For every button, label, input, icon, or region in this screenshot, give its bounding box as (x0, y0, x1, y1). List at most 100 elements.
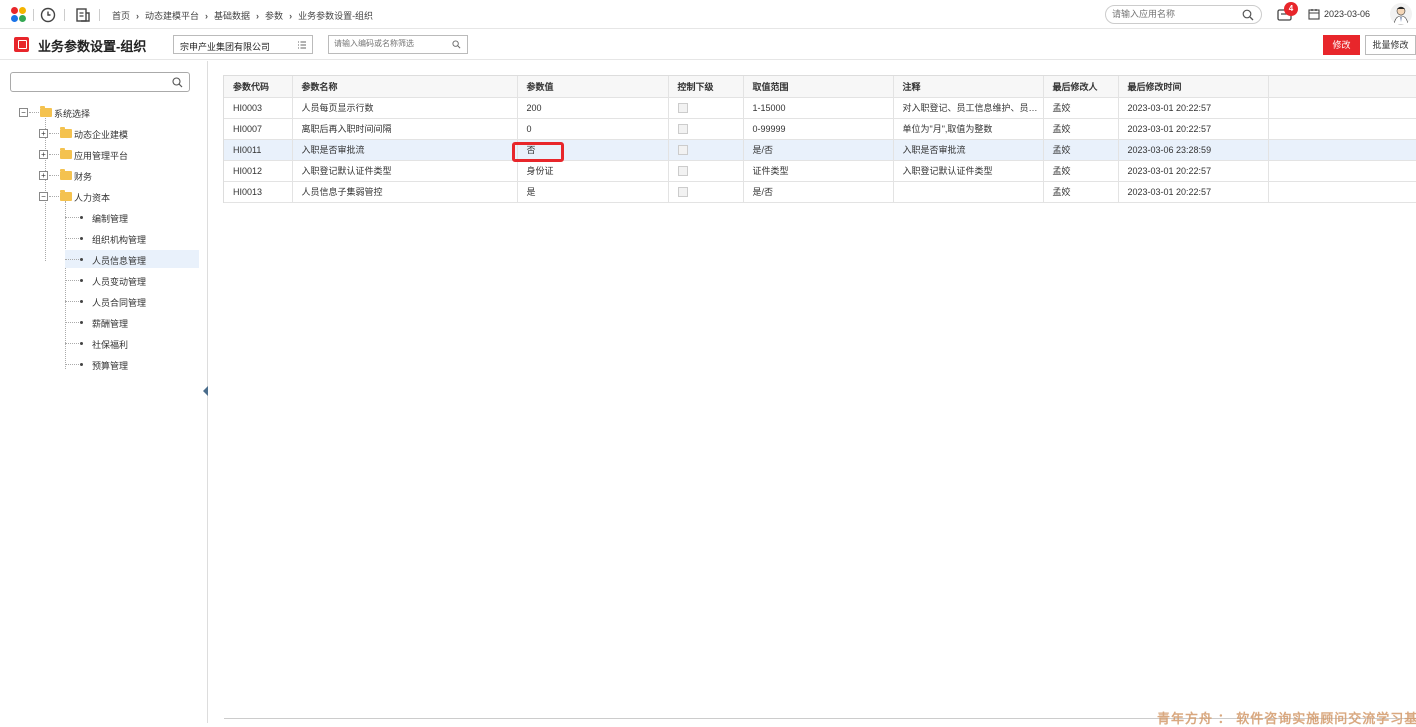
param-value[interactable]: 0 (517, 118, 669, 140)
tree-leaf-social-welfare[interactable]: 社保福利 (65, 335, 199, 353)
table-row[interactable]: HI0013 人员信息子集弱管控 是 是/否 孟姣 2023-03-01 20:… (224, 181, 1416, 203)
control-sub-checkbox[interactable] (677, 165, 688, 176)
document-icon[interactable] (75, 7, 91, 23)
column-header[interactable]: 最后修改时间 (1118, 76, 1269, 98)
bullet-icon (80, 342, 83, 345)
collapse-icon[interactable]: − (19, 108, 28, 117)
params-table: 参数代码 参数名称 参数值 控制下级 取值范围 注释 最后修改人 最后修改时间 … (223, 75, 1416, 203)
tree-node-dynamic-modeling[interactable]: + 动态企业建模 (39, 125, 199, 143)
value-range: 0-99999 (743, 118, 894, 140)
tree-leaf-personnel-info[interactable]: 人员信息管理 (65, 250, 199, 268)
filler-cell (1268, 118, 1416, 140)
filler-cell (1268, 139, 1416, 161)
chevron-right-icon: › (256, 11, 260, 21)
separator (99, 9, 100, 21)
tree-guide (49, 154, 59, 155)
user-avatar[interactable] (1390, 3, 1412, 25)
breadcrumb-home[interactable]: 首页 (112, 11, 130, 21)
modify-button[interactable]: 修改 (1323, 35, 1360, 55)
search-icon[interactable] (172, 77, 183, 88)
chevron-right-icon: › (136, 11, 140, 21)
value-range: 1-15000 (743, 97, 894, 119)
tree-leaf-contract[interactable]: 人员合同管理 (65, 293, 199, 311)
app-logo-icon[interactable] (11, 7, 27, 23)
column-header[interactable]: 参数代码 (224, 76, 293, 98)
tree-guide (65, 238, 79, 239)
control-sub-cell (668, 181, 744, 203)
column-header[interactable]: 取值范围 (743, 76, 894, 98)
last-modified-time: 2023-03-01 20:22:57 (1118, 181, 1269, 203)
table-row-selected[interactable]: HI0011 入职是否审批流 否 是/否 入职是否审批流 孟姣 2023-03-… (224, 139, 1416, 161)
control-sub-cell (668, 160, 744, 182)
param-value[interactable]: 200 (517, 97, 669, 119)
column-header[interactable]: 参数值 (517, 76, 669, 98)
filter-box (328, 35, 468, 54)
search-icon[interactable] (452, 40, 461, 49)
breadcrumb-params[interactable]: 参数 (265, 11, 283, 21)
tree-leaf-salary[interactable]: 薪酬管理 (65, 314, 199, 332)
history-clock-icon[interactable] (40, 7, 56, 23)
tree-node-finance[interactable]: + 财务 (39, 167, 199, 185)
control-sub-checkbox[interactable] (677, 102, 688, 113)
folder-icon (60, 169, 72, 180)
table-row[interactable]: HI0012 入职登记默认证件类型 身份证 证件类型 入职登记默认证件类型 孟姣… (224, 160, 1416, 182)
last-modified-time: 2023-03-06 23:28:59 (1118, 139, 1269, 161)
control-sub-checkbox[interactable] (677, 186, 688, 197)
control-sub-checkbox[interactable] (677, 123, 688, 134)
tree-guide (49, 133, 59, 134)
company-selector[interactable]: 宗申产业集团有限公司 (173, 35, 313, 54)
batch-modify-button[interactable]: 批量修改 (1365, 35, 1416, 55)
param-note: 入职登记默认证件类型 (893, 160, 1044, 182)
list-icon[interactable] (297, 40, 307, 50)
param-code: HI0011 (224, 139, 293, 161)
param-name: 人员信息子集弱管控 (292, 181, 518, 203)
param-value[interactable]: 身份证 (517, 160, 669, 182)
app-search-box (1105, 5, 1262, 24)
folder-icon (60, 127, 72, 138)
watermark-text: 青年方舟 ： 软件咨询实施顾问交流学习基地。 (1157, 711, 1416, 726)
breadcrumb-base-data[interactable]: 基础数据 (214, 11, 250, 21)
chevron-right-icon: › (289, 11, 293, 21)
tree-guide (65, 343, 79, 344)
param-note: 入职是否审批流 (893, 139, 1044, 161)
tree-node-app-management[interactable]: + 应用管理平台 (39, 146, 199, 164)
tree-leaf-budget[interactable]: 预算管理 (65, 356, 199, 374)
param-code: HI0013 (224, 181, 293, 203)
tree-node-human-capital[interactable]: − 人力资本 (39, 188, 199, 206)
tree-leaf-org-structure[interactable]: 组织机构管理 (65, 230, 199, 248)
column-header[interactable]: 注释 (893, 76, 1044, 98)
tree-leaf-staffing[interactable]: 编制管理 (65, 209, 199, 227)
separator (64, 9, 65, 21)
app-search-input[interactable] (1112, 9, 1240, 19)
chevron-right-icon: › (205, 11, 209, 21)
tree-search-input[interactable] (10, 72, 190, 92)
tree-node-root[interactable]: − 系统选择 (19, 104, 199, 122)
tree-node-label: 人力资本 (74, 193, 111, 203)
folder-icon (60, 190, 72, 201)
search-icon[interactable] (1242, 9, 1254, 21)
column-header[interactable]: 参数名称 (292, 76, 518, 98)
tree-node-label: 人员合同管理 (92, 298, 147, 308)
bullet-icon (80, 216, 83, 219)
tree-guide (49, 196, 59, 197)
param-value[interactable]: 是 (517, 181, 669, 203)
table-row[interactable]: HI0003 人员每页显示行数 200 1-15000 对入职登记、员工信息维护… (224, 97, 1416, 119)
tree-leaf-personnel-change[interactable]: 人员变动管理 (65, 272, 199, 290)
tree-guide (65, 280, 79, 281)
control-sub-cell (668, 97, 744, 119)
breadcrumb-modeling[interactable]: 动态建模平台 (145, 11, 199, 21)
expand-icon[interactable]: + (39, 150, 48, 159)
filter-input[interactable] (334, 39, 449, 48)
separator (33, 9, 34, 21)
tree-guide (65, 301, 79, 302)
column-header[interactable]: 最后修改人 (1043, 76, 1119, 98)
collapse-sidebar-icon[interactable] (201, 385, 210, 397)
tree-guide (29, 112, 39, 113)
collapse-icon[interactable]: − (39, 192, 48, 201)
expand-icon[interactable]: + (39, 171, 48, 180)
expand-icon[interactable]: + (39, 129, 48, 138)
control-sub-checkbox[interactable] (677, 144, 688, 155)
column-header[interactable]: 控制下级 (668, 76, 744, 98)
table-row[interactable]: HI0007 离职后再入职时间间隔 0 0-99999 单位为"月",取值为整数… (224, 118, 1416, 140)
tree-node-label: 人员信息管理 (92, 256, 147, 266)
